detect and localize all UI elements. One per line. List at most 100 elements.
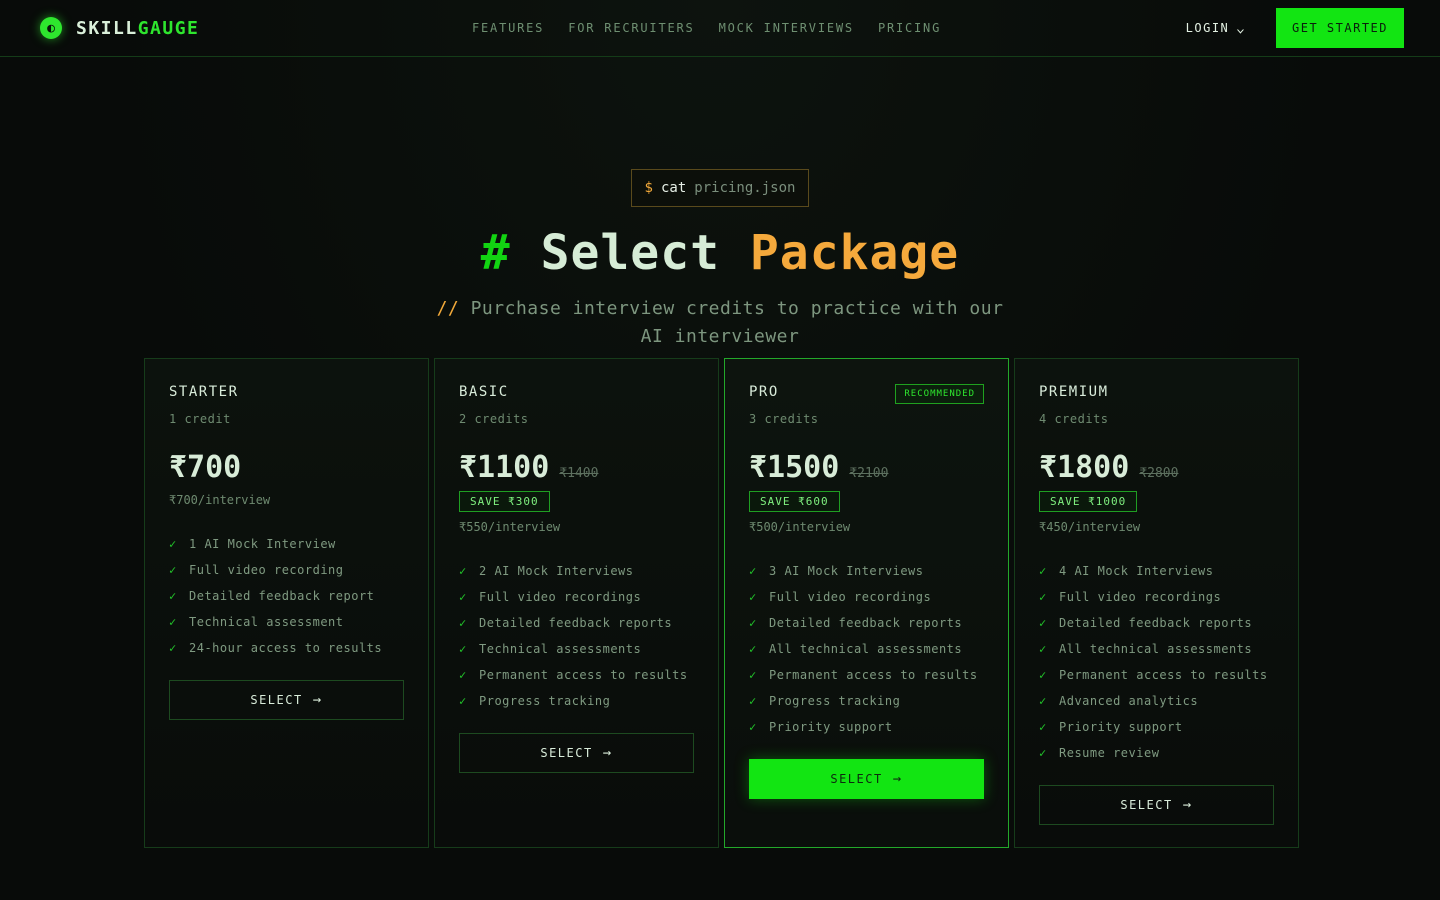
check-icon: ✓: [169, 589, 177, 603]
feature-item: ✓ All technical assessments: [749, 636, 984, 662]
feature-item: ✓ Technical assessment: [169, 609, 404, 635]
feature-item: ✓ Progress tracking: [459, 688, 694, 714]
price-per-interview: ₹450/interview: [1039, 520, 1141, 534]
feature-item: ✓ Advanced analytics: [1039, 688, 1274, 714]
price-per-interview: ₹700/interview: [169, 493, 271, 507]
feature-item: ✓ Detailed feedback reports: [749, 610, 984, 636]
feature-text: Detailed feedback reports: [479, 616, 673, 630]
feature-text: Progress tracking: [769, 694, 901, 708]
feature-item: ✓ Detailed feedback reports: [1039, 610, 1274, 636]
nav-features[interactable]: FEATURES: [472, 21, 544, 35]
select-button-pro[interactable]: SELECT →: [749, 759, 984, 799]
plan-card-premium[interactable]: PREMIUM 4 credits ₹1800 ₹2800 SAVE ₹1000 ₹45…: [1014, 358, 1299, 848]
check-icon: ✓: [749, 616, 757, 630]
feature-text: Permanent access to results: [1059, 668, 1268, 682]
chevron-down-icon: ⌄: [1235, 21, 1248, 35]
feature-text: Priority support: [769, 720, 893, 734]
select-button-premium[interactable]: SELECT →: [1039, 785, 1274, 825]
plan-card-pro[interactable]: PRO RECOMMENDED 3 credits ₹1500 ₹2100 SAVE ₹…: [724, 358, 1009, 848]
nav-mock-interviews[interactable]: MOCK INTERVIEWS: [719, 21, 854, 35]
plan-price: ₹1100: [459, 450, 550, 485]
check-icon: ✓: [459, 694, 467, 708]
feature-text: 2 AI Mock Interviews: [479, 564, 634, 578]
subtitle-prefix: //: [436, 298, 460, 319]
login-label: LOGIN: [1185, 21, 1230, 35]
price-row: ₹1800 ₹2800: [1039, 450, 1274, 485]
logo-icon: ◐: [40, 17, 62, 39]
feature-item: ✓ Detailed feedback reports: [459, 610, 694, 636]
get-started-button[interactable]: GET STARTED: [1276, 8, 1404, 48]
page-title: # Select Package: [0, 225, 1440, 281]
check-icon: ✓: [459, 642, 467, 656]
feature-item: ✓ 4 AI Mock Interviews: [1039, 558, 1274, 584]
feature-item: ✓ Full video recordings: [749, 584, 984, 610]
plan-card-starter[interactable]: STARTER 1 credit ₹700 ₹700/interview ✓ 1 A…: [144, 358, 429, 848]
original-price: ₹2800: [1139, 466, 1179, 481]
price-row: ₹700: [169, 450, 404, 485]
feature-text: Detailed feedback reports: [1059, 616, 1253, 630]
feature-text: Technical assessments: [479, 642, 642, 656]
nav-pricing[interactable]: PRICING: [878, 21, 941, 35]
check-icon: ✓: [749, 564, 757, 578]
header-actions: LOGIN ⌄ GET STARTED: [1186, 8, 1404, 48]
feature-text: Full video recordings: [1059, 590, 1222, 604]
feature-item: ✓ Full video recordings: [1039, 584, 1274, 610]
brand-name-part2: GAUGE: [137, 17, 200, 39]
plan-credits: 1 credit: [169, 412, 231, 426]
check-icon: ✓: [169, 641, 177, 655]
feature-text: Resume review: [1059, 746, 1160, 760]
nav-for-recruiters[interactable]: FOR RECRUITERS: [568, 21, 694, 35]
check-icon: ✓: [1039, 668, 1047, 682]
select-button-starter[interactable]: SELECT →: [169, 680, 404, 720]
feature-item: ✓ Full video recording: [169, 557, 404, 583]
select-button-basic[interactable]: SELECT →: [459, 733, 694, 773]
check-icon: ✓: [1039, 616, 1047, 630]
feature-text: All technical assessments: [1059, 642, 1253, 656]
price-row: ₹1500 ₹2100: [749, 450, 984, 485]
login-dropdown[interactable]: LOGIN ⌄: [1186, 21, 1246, 35]
check-icon: ✓: [1039, 720, 1047, 734]
check-icon: ✓: [749, 642, 757, 656]
brand-logo[interactable]: ◐ SKILLGAUGE: [40, 17, 199, 39]
arrow-right-icon: →: [312, 692, 323, 708]
plan-price: ₹700: [169, 450, 242, 485]
feature-text: 3 AI Mock Interviews: [769, 564, 924, 578]
feature-text: Detailed feedback report: [189, 589, 375, 603]
feature-text: 1 AI Mock Interview: [189, 537, 336, 551]
check-icon: ✓: [749, 720, 757, 734]
original-price: ₹1400: [559, 466, 599, 481]
feature-item: ✓ Permanent access to results: [1039, 662, 1274, 688]
brand-name: SKILLGAUGE: [76, 18, 199, 39]
feature-list: ✓ 1 AI Mock Interview ✓ Full video recor…: [169, 531, 404, 661]
price-per-interview: ₹500/interview: [749, 520, 851, 534]
plan-name: STARTER: [169, 384, 239, 400]
feature-text: Progress tracking: [479, 694, 611, 708]
feature-item: ✓ Permanent access to results: [459, 662, 694, 688]
check-icon: ✓: [169, 537, 177, 551]
top-nav-bar: ◐ SKILLGAUGE FEATURES FOR RECRUITERS MOC…: [0, 0, 1440, 57]
savings-badge: SAVE ₹600: [749, 491, 840, 512]
check-icon: ✓: [1039, 590, 1047, 604]
plan-card-basic[interactable]: BASIC 2 credits ₹1100 ₹1400 SAVE ₹300 ₹550/i…: [434, 358, 719, 848]
feature-text: Detailed feedback reports: [769, 616, 963, 630]
savings-badge: SAVE ₹300: [459, 491, 550, 512]
feature-item: ✓ Priority support: [749, 714, 984, 740]
feature-list: ✓ 4 AI Mock Interviews ✓ Full video reco…: [1039, 558, 1274, 766]
feature-item: ✓ Permanent access to results: [749, 662, 984, 688]
check-icon: ✓: [1039, 642, 1047, 656]
feature-text: Permanent access to results: [769, 668, 978, 682]
feature-item: ✓ Full video recordings: [459, 584, 694, 610]
cmd-arg: pricing.json: [694, 180, 796, 196]
feature-item: ✓ Resume review: [1039, 740, 1274, 766]
select-label: SELECT: [830, 772, 883, 786]
feature-text: Technical assessment: [189, 615, 344, 629]
check-icon: ✓: [169, 563, 177, 577]
recommended-badge: RECOMMENDED: [895, 384, 984, 404]
title-hash: #: [480, 225, 511, 281]
plan-credits: 4 credits: [1039, 412, 1109, 426]
select-label: SELECT: [540, 746, 593, 760]
feature-text: Advanced analytics: [1059, 694, 1199, 708]
check-icon: ✓: [169, 615, 177, 629]
feature-list: ✓ 3 AI Mock Interviews ✓ Full video reco…: [749, 558, 984, 740]
feature-item: ✓ 3 AI Mock Interviews: [749, 558, 984, 584]
